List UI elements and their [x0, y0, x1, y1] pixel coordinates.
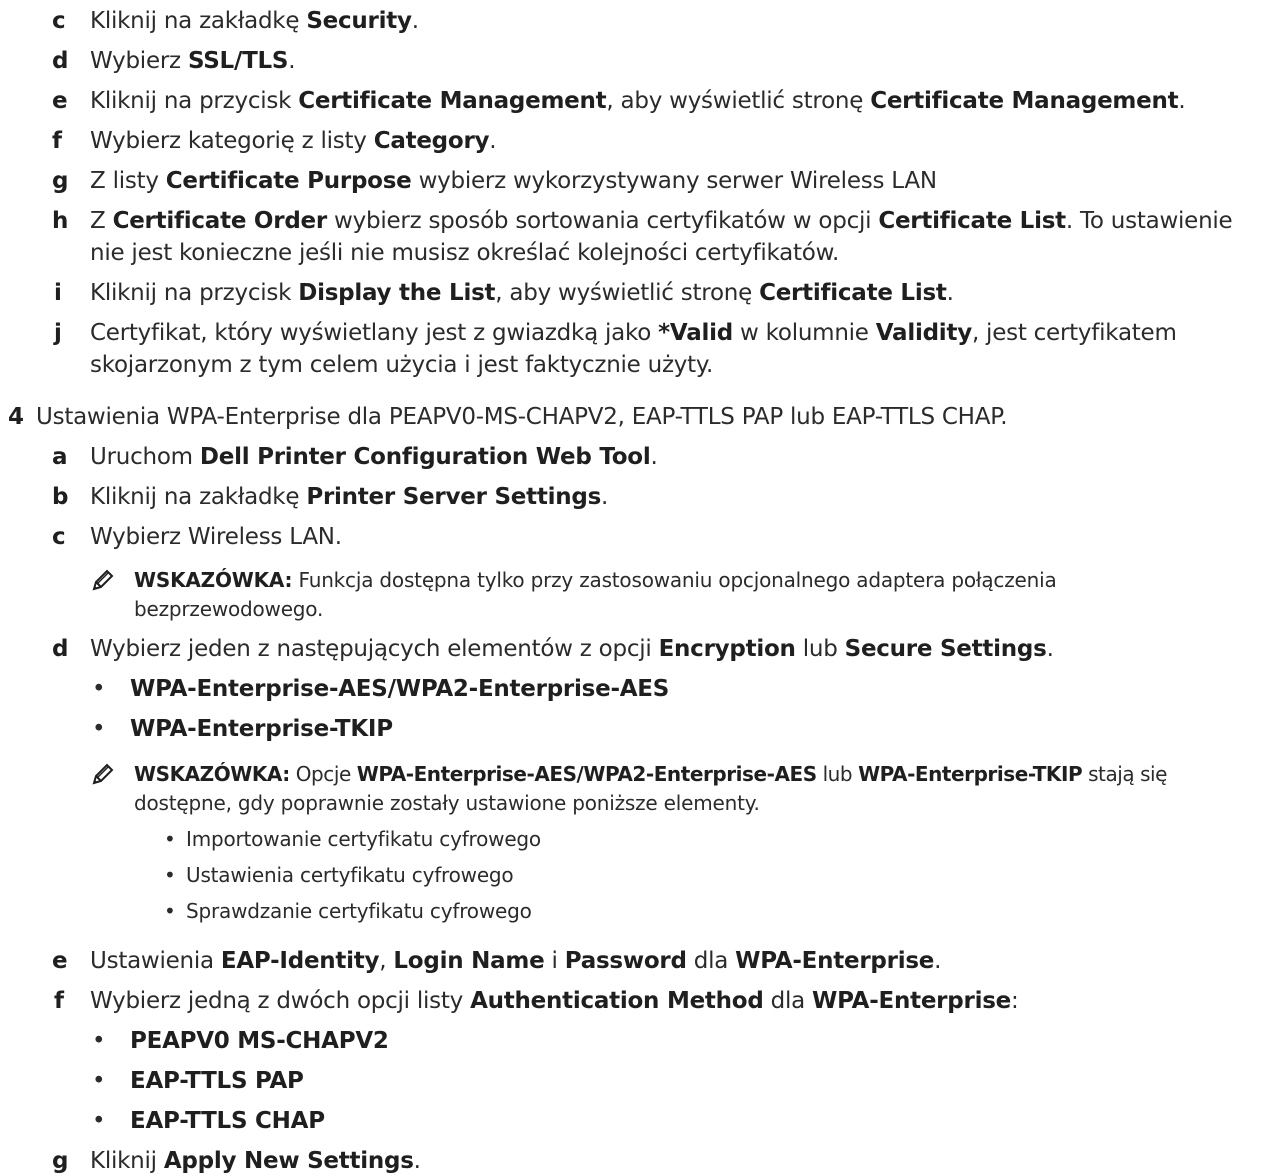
step-i-display-list: i Kliknij na przycisk Display the List, … [54, 280, 954, 306]
step-marker: g [52, 168, 69, 194]
note-wpa-continuation: dostępne, gdy poprawnie zostały ustawion… [134, 791, 760, 815]
step-j-validity: j Certyfikat, który wyświetlany jest z g… [54, 320, 1177, 346]
document-page: c Kliknij na zakładkę Security. d Wybier… [0, 0, 1280, 1174]
step-4b-server-settings: b Kliknij na zakładkę Printer Server Set… [52, 484, 609, 510]
step-h-continuation: nie jest konieczne jeśli nie musisz okre… [90, 240, 840, 266]
step-marker: c [52, 524, 66, 550]
list-item: • EAP-TTLS CHAP [92, 1108, 325, 1134]
step-c-security: c Kliknij na zakładkę Security. [52, 8, 419, 34]
note-wireless-continuation: bezprzewodowego. [134, 597, 324, 621]
step-f-category: f Wybierz kategorię z listy Category. [52, 128, 497, 154]
note-wpa-options: WSKAZÓWKA: Opcje WPA-Enterprise-AES/WPA2… [134, 762, 1167, 786]
list-item: • EAP-TTLS PAP [92, 1068, 304, 1094]
step-marker: h [52, 208, 69, 234]
step-marker: j [54, 320, 62, 346]
step-marker: a [52, 444, 68, 470]
step-marker: e [52, 948, 68, 974]
step-marker: d [52, 636, 69, 662]
step-marker: f [54, 988, 64, 1014]
note-wireless-adapter: WSKAZÓWKA: Funkcja dostępna tylko przy z… [134, 568, 1057, 592]
list-item: • Sprawdzanie certyfikatu cyfrowego [164, 899, 532, 923]
step-4a-launch-tool: a Uruchom Dell Printer Configuration Web… [52, 444, 658, 470]
list-item: • Importowanie certyfikatu cyfrowego [164, 827, 541, 851]
step-d-ssl: d Wybierz SSL/TLS. [52, 48, 296, 74]
step-4e-identity: e Ustawienia EAP-Identity, Login Name i … [52, 948, 942, 974]
list-item: • PEAPV0 MS-CHAPV2 [92, 1028, 389, 1054]
step-number: 4 [8, 404, 24, 430]
step-h-order: h Z Certificate Order wybierz sposób sor… [52, 208, 1233, 234]
step-marker: g [52, 1148, 69, 1174]
step-marker: c [52, 8, 66, 34]
step-marker: d [52, 48, 69, 74]
step-4g-apply: g Kliknij Apply New Settings. [52, 1148, 421, 1174]
step-4c-wireless: c Wybierz Wireless LAN. [52, 524, 342, 550]
step-marker: b [52, 484, 69, 510]
list-item: • WPA-Enterprise-AES/WPA2-Enterprise-AES [92, 676, 670, 702]
list-item: • WPA-Enterprise-TKIP [92, 716, 393, 742]
step-4-heading: 4 Ustawienia WPA-Enterprise dla PEAPV0-M… [8, 404, 1008, 430]
step-4d-encryption: d Wybierz jeden z następujących elementó… [52, 636, 1054, 662]
step-marker: f [52, 128, 62, 154]
step-marker: i [54, 280, 62, 306]
pencil-note-icon [91, 762, 115, 786]
step-marker: e [52, 88, 68, 114]
step-e-cert-mgmt: e Kliknij na przycisk Certificate Manage… [52, 88, 1186, 114]
step-4f-auth-method: f Wybierz jedną z dwóch opcji listy Auth… [54, 988, 1019, 1014]
step-j-continuation: skojarzonym z tym celem użycia i jest fa… [90, 352, 714, 378]
step-g-purpose: g Z listy Certificate Purpose wybierz wy… [52, 168, 937, 194]
list-item: • Ustawienia certyfikatu cyfrowego [164, 863, 514, 887]
pencil-note-icon [91, 568, 115, 592]
